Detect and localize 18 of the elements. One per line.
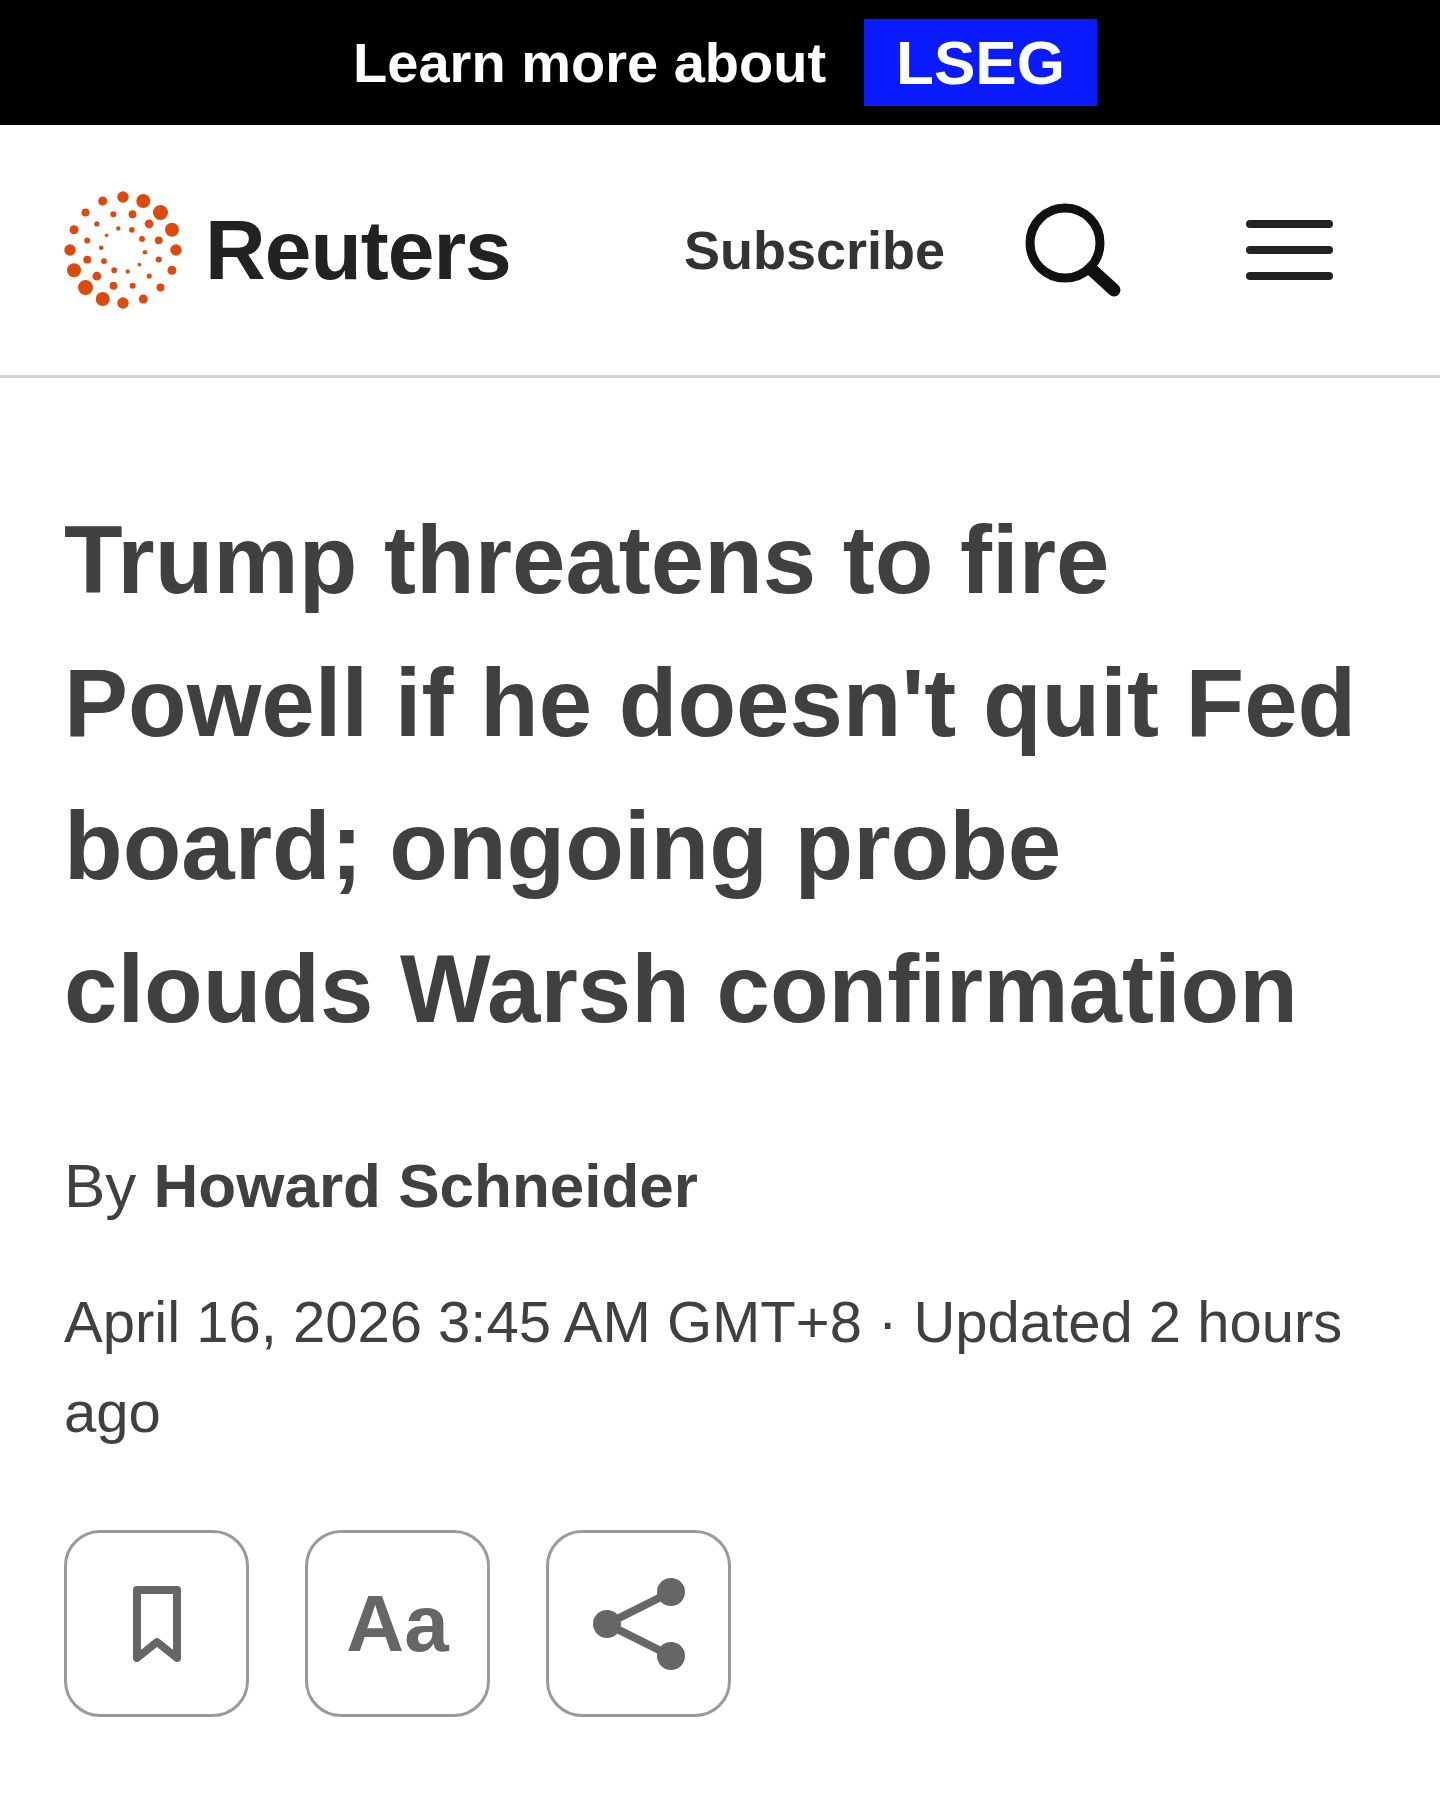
menu-button[interactable] [1246, 220, 1333, 280]
menu-icon [1246, 220, 1333, 280]
share-button[interactable] [546, 1530, 731, 1717]
search-button[interactable] [1025, 203, 1121, 297]
brand-label: LSEG [864, 19, 1097, 106]
banner-text: Learn more about [353, 34, 827, 91]
dotted-ring-logo-icon [61, 188, 185, 312]
headline: Trump threatens to fire Powell if he doesn't quit Fed board; ongoing probe clouds Warsh confirmation [64, 505, 1358, 1044]
byline: By Howard Schneider [64, 1150, 698, 1222]
ad-banner[interactable]: Learn more about LSEG [0, 0, 1440, 125]
search-icon [1025, 203, 1121, 297]
dateline: April 16, 2026 3:45 AM GMT+8 · Updated 2 hours ago [64, 1288, 1344, 1446]
bookmark-icon [132, 1585, 181, 1662]
share-icon [591, 1576, 686, 1671]
bookmark-button[interactable] [64, 1530, 249, 1717]
text-size-button[interactable]: Aa [305, 1530, 490, 1717]
logo-link[interactable]: Reuters [61, 188, 511, 312]
subscribe-link[interactable]: Subscribe [683, 223, 945, 277]
